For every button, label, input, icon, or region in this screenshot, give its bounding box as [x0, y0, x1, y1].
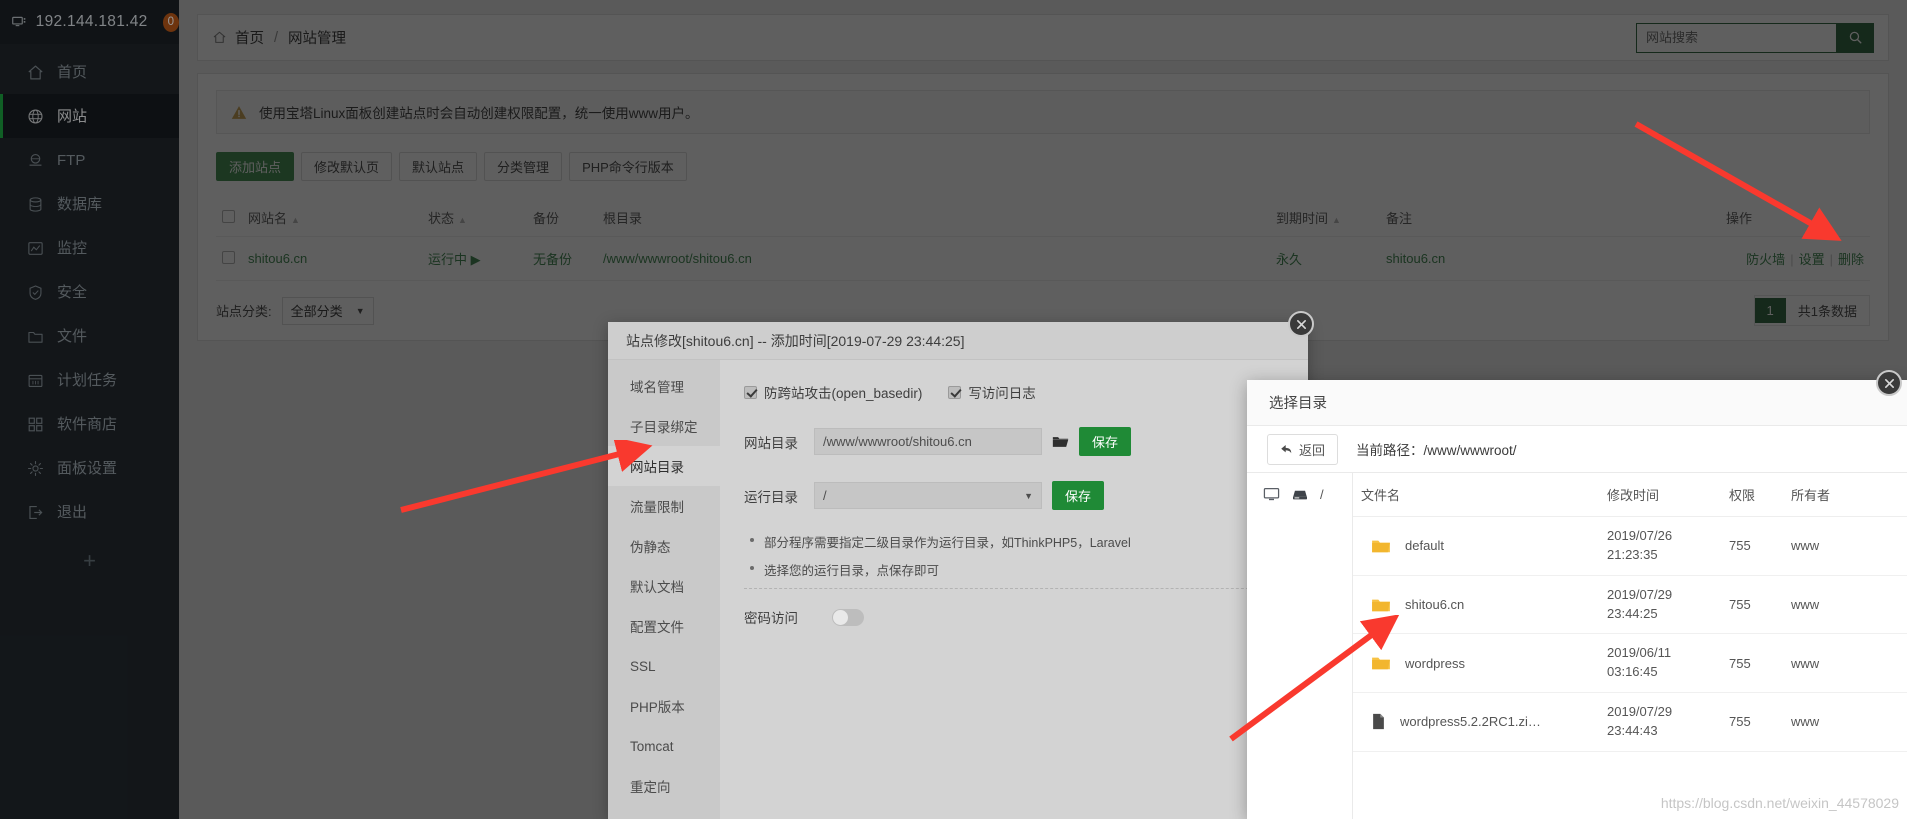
cell-file-name[interactable]: wordpress5.2.2RC1.zi…: [1353, 692, 1599, 752]
chevron-down-icon: ▼: [1024, 490, 1033, 501]
site-dir-input[interactable]: [814, 428, 1042, 455]
browse-folder-icon[interactable]: [1052, 434, 1069, 449]
site-edit-modal: 站点修改[shitou6.cn] -- 添加时间[2019-07-29 23:4…: [608, 322, 1308, 819]
file-row-default[interactable]: default 2019/07/26 21:23:35 755 www: [1353, 516, 1907, 576]
toggle-knob: [833, 609, 848, 625]
cell-mtime: 2019/07/29 23:44:25: [1599, 575, 1721, 635]
run-dir-label: 运行目录: [744, 489, 798, 505]
picker-current-path: 当前路径：/www/wwwroot/: [1356, 443, 1517, 458]
cell-owner: www: [1783, 633, 1907, 694]
picker-back-label: 返回: [1299, 442, 1326, 458]
picker-title: 选择目录: [1247, 380, 1907, 426]
file-row-wordpress[interactable]: wordpress 2019/06/11 03:16:45 755 www: [1353, 633, 1907, 694]
run-dir-select[interactable]: / ▼: [814, 482, 1042, 509]
picker-main: / 文件名 修改时间 权限 所有者 default 2019/07/26 21:…: [1247, 473, 1907, 819]
site-dir-save-button[interactable]: 保存: [1079, 427, 1132, 456]
tab-config-file[interactable]: 配置文件: [608, 606, 720, 646]
site-modal-body: 域名管理 子目录绑定 网站目录 流量限制 伪静态 默认文档 配置文件 SSL P…: [608, 360, 1308, 819]
cell-owner: www: [1783, 575, 1907, 635]
close-icon: [1884, 378, 1894, 388]
cell-permission: 755: [1721, 692, 1783, 752]
cell-file-name[interactable]: shitou6.cn: [1353, 575, 1599, 635]
picker-back-button[interactable]: 返回: [1267, 433, 1339, 465]
cell-mtime: 2019/06/11 03:16:45: [1599, 633, 1721, 694]
header-file-name: 文件名: [1353, 473, 1599, 517]
access-log-checkbox[interactable]: [948, 385, 962, 399]
site-modal-close-button[interactable]: [1288, 311, 1314, 337]
tips-list: 部分程序需要指定二级目录作为运行目录，如ThinkPHP5，Laravel 选择…: [744, 532, 1284, 579]
picker-file-table-wrap: 文件名 修改时间 权限 所有者 default 2019/07/26 21:23…: [1353, 473, 1907, 819]
file-icon: [1373, 714, 1384, 730]
tab-traffic-limit[interactable]: 流量限制: [608, 486, 720, 526]
file-name-text: wordpress: [1405, 655, 1465, 671]
tab-default-document[interactable]: 默认文档: [608, 566, 720, 606]
picker-sidebar: /: [1247, 473, 1353, 819]
header-permission: 权限: [1721, 473, 1783, 517]
folder-icon: [1372, 599, 1390, 611]
site-dir-label: 网站目录: [744, 435, 798, 451]
cell-permission: 755: [1721, 575, 1783, 635]
picker-close-button[interactable]: [1876, 370, 1902, 396]
folder-icon: [1372, 657, 1390, 670]
file-table-header-row: 文件名 修改时间 权限 所有者: [1353, 473, 1907, 517]
close-icon: [1296, 319, 1306, 329]
picker-root-entry[interactable]: /: [1247, 487, 1352, 502]
open-basedir-label: 防跨站攻击(open_basedir): [764, 386, 923, 401]
site-directory-panel: 防跨站攻击(open_basedir) 写访问日志 网站目录 保存: [720, 360, 1308, 819]
section-divider: [744, 588, 1284, 589]
cell-owner: www: [1783, 516, 1907, 576]
tip-item: 部分程序需要指定二级目录作为运行目录，如ThinkPHP5，Laravel: [748, 532, 1284, 551]
tab-php-version[interactable]: PHP版本: [608, 686, 720, 726]
picker-file-table: 文件名 修改时间 权限 所有者 default 2019/07/26 21:23…: [1353, 473, 1907, 752]
tab-rewrite[interactable]: 伪静态: [608, 526, 720, 566]
cell-permission: 755: [1721, 516, 1783, 576]
open-basedir-option[interactable]: 防跨站攻击(open_basedir): [744, 382, 922, 402]
file-row-shitou6[interactable]: shitou6.cn 2019/07/29 23:44:25 755 www: [1353, 575, 1907, 635]
tab-subdir-binding[interactable]: 子目录绑定: [608, 406, 720, 446]
access-log-option[interactable]: 写访问日志: [948, 382, 1036, 402]
header-owner: 所有者: [1783, 473, 1907, 517]
cell-file-name[interactable]: wordpress: [1353, 633, 1599, 694]
password-access-label: 密码访问: [744, 611, 798, 626]
run-dir-row: 运行目录 / ▼ 保存: [744, 481, 1284, 510]
open-basedir-checkbox[interactable]: [744, 385, 757, 399]
site-dir-row: 网站目录 保存: [744, 427, 1284, 456]
directory-picker-dialog: 选择目录 返回 当前路径：/www/wwwroot/ / 文件名 修改时间 权限…: [1247, 380, 1907, 819]
picker-toolbar: 返回 当前路径：/www/wwwroot/: [1247, 426, 1907, 473]
cell-permission: 755: [1721, 633, 1783, 694]
cell-file-name[interactable]: default: [1353, 516, 1599, 576]
folder-icon: [1372, 540, 1390, 553]
computer-icon: [1263, 488, 1280, 501]
password-access-row: 密码访问: [744, 607, 1284, 627]
file-name-text: wordpress5.2.2RC1.zi…: [1400, 714, 1541, 730]
disk-icon: [1293, 490, 1307, 499]
site-modal-tab-list: 域名管理 子目录绑定 网站目录 流量限制 伪静态 默认文档 配置文件 SSL P…: [608, 360, 720, 819]
cell-mtime: 2019/07/29 23:44:43: [1599, 692, 1721, 752]
file-row-wordpress-zip[interactable]: wordpress5.2.2RC1.zi… 2019/07/29 23:44:4…: [1353, 692, 1907, 752]
tip-item: 选择您的运行目录，点保存即可: [748, 560, 1284, 579]
back-arrow-icon: [1281, 444, 1292, 453]
cell-mtime: 2019/07/26 21:23:35: [1599, 516, 1721, 576]
tab-ssl[interactable]: SSL: [608, 646, 720, 686]
tab-tomcat[interactable]: Tomcat: [608, 726, 720, 766]
file-name-text: shitou6.cn: [1405, 597, 1465, 613]
run-dir-save-button[interactable]: 保存: [1052, 481, 1105, 510]
site-modal-title: 站点修改[shitou6.cn] -- 添加时间[2019-07-29 23:4…: [608, 322, 1308, 360]
tab-domain-manage[interactable]: 域名管理: [608, 366, 720, 406]
tab-redirect[interactable]: 重定向: [608, 766, 720, 806]
header-mtime: 修改时间: [1599, 473, 1721, 517]
options-checkbox-row: 防跨站攻击(open_basedir) 写访问日志: [744, 382, 1284, 402]
file-name-text: default: [1405, 538, 1445, 554]
access-log-label: 写访问日志: [968, 386, 1036, 401]
picker-root-label: /: [1320, 487, 1324, 502]
cell-owner: www: [1783, 692, 1907, 752]
password-access-toggle[interactable]: [832, 608, 864, 626]
tab-site-directory[interactable]: 网站目录: [608, 446, 720, 486]
run-dir-value: /: [823, 488, 827, 503]
